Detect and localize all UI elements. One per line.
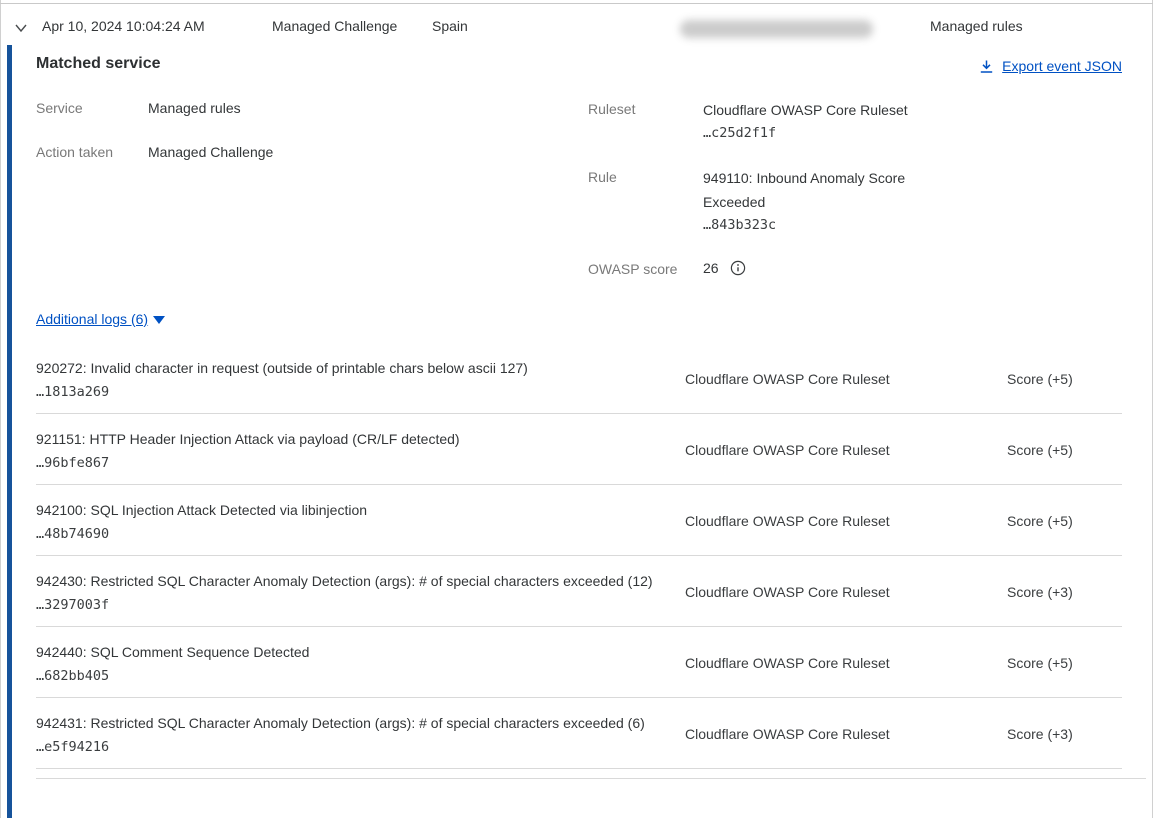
export-event-json-link[interactable]: Export event JSON bbox=[979, 58, 1122, 74]
log-rule-description: 942431: Restricted SQL Character Anomaly… bbox=[36, 711, 685, 756]
service-value: Managed rules bbox=[148, 100, 241, 116]
log-rule-hash: …96bfe867 bbox=[36, 454, 671, 472]
ruleset-id-hash: …c25d2f1f bbox=[703, 125, 776, 141]
event-action: Managed Challenge bbox=[272, 18, 397, 34]
log-row: 942440: SQL Comment Sequence Detected …6… bbox=[36, 627, 1122, 698]
service-label: Service bbox=[36, 100, 83, 116]
info-icon[interactable] bbox=[730, 260, 746, 276]
log-row: 942100: SQL Injection Attack Detected vi… bbox=[36, 485, 1122, 556]
redacted-hostname bbox=[680, 20, 873, 38]
event-timestamp: Apr 10, 2024 10:04:24 AM bbox=[42, 18, 205, 34]
log-rule-description: 920272: Invalid character in request (ou… bbox=[36, 356, 685, 401]
log-row: 921151: HTTP Header Injection Attack via… bbox=[36, 414, 1122, 485]
log-rule-hash: …1813a269 bbox=[36, 383, 671, 401]
additional-logs-toggle[interactable]: Additional logs (6) bbox=[36, 311, 165, 327]
log-rule-hash: …48b74690 bbox=[36, 525, 671, 543]
log-rule-description: 942440: SQL Comment Sequence Detected …6… bbox=[36, 640, 685, 685]
log-ruleset-name: Cloudflare OWASP Core Ruleset bbox=[685, 442, 1007, 458]
rule-value: 949110: Inbound Anomaly Score Exceeded bbox=[703, 166, 943, 214]
log-score: Score (+3) bbox=[1007, 726, 1122, 742]
log-rule-description: 942430: Restricted SQL Character Anomaly… bbox=[36, 569, 685, 614]
action-taken-value: Managed Challenge bbox=[148, 144, 273, 160]
export-label: Export event JSON bbox=[1002, 58, 1122, 74]
window-border-right bbox=[1152, 0, 1153, 818]
ruleset-value: Cloudflare OWASP Core Ruleset bbox=[703, 98, 943, 122]
owasp-score-value: 26 bbox=[703, 260, 719, 276]
log-ruleset-name: Cloudflare OWASP Core Ruleset bbox=[685, 726, 1007, 742]
window-border-left bbox=[0, 0, 1, 818]
log-rule-hash: …3297003f bbox=[36, 596, 671, 614]
log-ruleset-name: Cloudflare OWASP Core Ruleset bbox=[685, 513, 1007, 529]
event-detail-panel: Matched service Export event JSON Servic… bbox=[36, 45, 1122, 779]
log-rule-description: 942100: SQL Injection Attack Detected vi… bbox=[36, 498, 685, 543]
log-score: Score (+5) bbox=[1007, 513, 1122, 529]
event-country: Spain bbox=[432, 18, 468, 34]
download-icon bbox=[979, 59, 994, 74]
ruleset-label: Ruleset bbox=[588, 101, 635, 117]
action-taken-label: Action taken bbox=[36, 144, 113, 160]
next-row-border bbox=[36, 778, 1146, 779]
log-ruleset-name: Cloudflare OWASP Core Ruleset bbox=[685, 655, 1007, 671]
rule-id-hash: …843b323c bbox=[703, 217, 776, 233]
additional-logs-label: Additional logs (6) bbox=[36, 311, 148, 327]
event-service: Managed rules bbox=[930, 18, 1023, 34]
section-title: Matched service bbox=[36, 55, 161, 73]
firewall-event-detail-view: Apr 10, 2024 10:04:24 AM Managed Challen… bbox=[0, 0, 1160, 818]
log-ruleset-name: Cloudflare OWASP Core Ruleset bbox=[685, 371, 1007, 387]
expanded-row-accent-bar bbox=[7, 45, 12, 818]
log-row: 942430: Restricted SQL Character Anomaly… bbox=[36, 556, 1122, 627]
log-score: Score (+5) bbox=[1007, 371, 1122, 387]
owasp-score-label: OWASP score bbox=[588, 261, 677, 277]
event-summary-row[interactable]: Apr 10, 2024 10:04:24 AM Managed Challen… bbox=[0, 4, 1152, 45]
log-score: Score (+3) bbox=[1007, 584, 1122, 600]
log-rule-hash: …e5f94216 bbox=[36, 738, 671, 756]
rule-label: Rule bbox=[588, 169, 617, 185]
matched-service-section: Matched service Export event JSON Servic… bbox=[36, 45, 1122, 343]
log-ruleset-name: Cloudflare OWASP Core Ruleset bbox=[685, 584, 1007, 600]
log-row: 920272: Invalid character in request (ou… bbox=[36, 343, 1122, 414]
log-rule-description: 921151: HTTP Header Injection Attack via… bbox=[36, 427, 685, 472]
additional-logs-table: 920272: Invalid character in request (ou… bbox=[36, 343, 1122, 769]
log-score: Score (+5) bbox=[1007, 442, 1122, 458]
log-row: 942431: Restricted SQL Character Anomaly… bbox=[36, 698, 1122, 769]
caret-down-icon bbox=[153, 316, 165, 324]
chevron-down-icon[interactable] bbox=[14, 21, 28, 35]
log-rule-hash: …682bb405 bbox=[36, 667, 671, 685]
log-score: Score (+5) bbox=[1007, 655, 1122, 671]
